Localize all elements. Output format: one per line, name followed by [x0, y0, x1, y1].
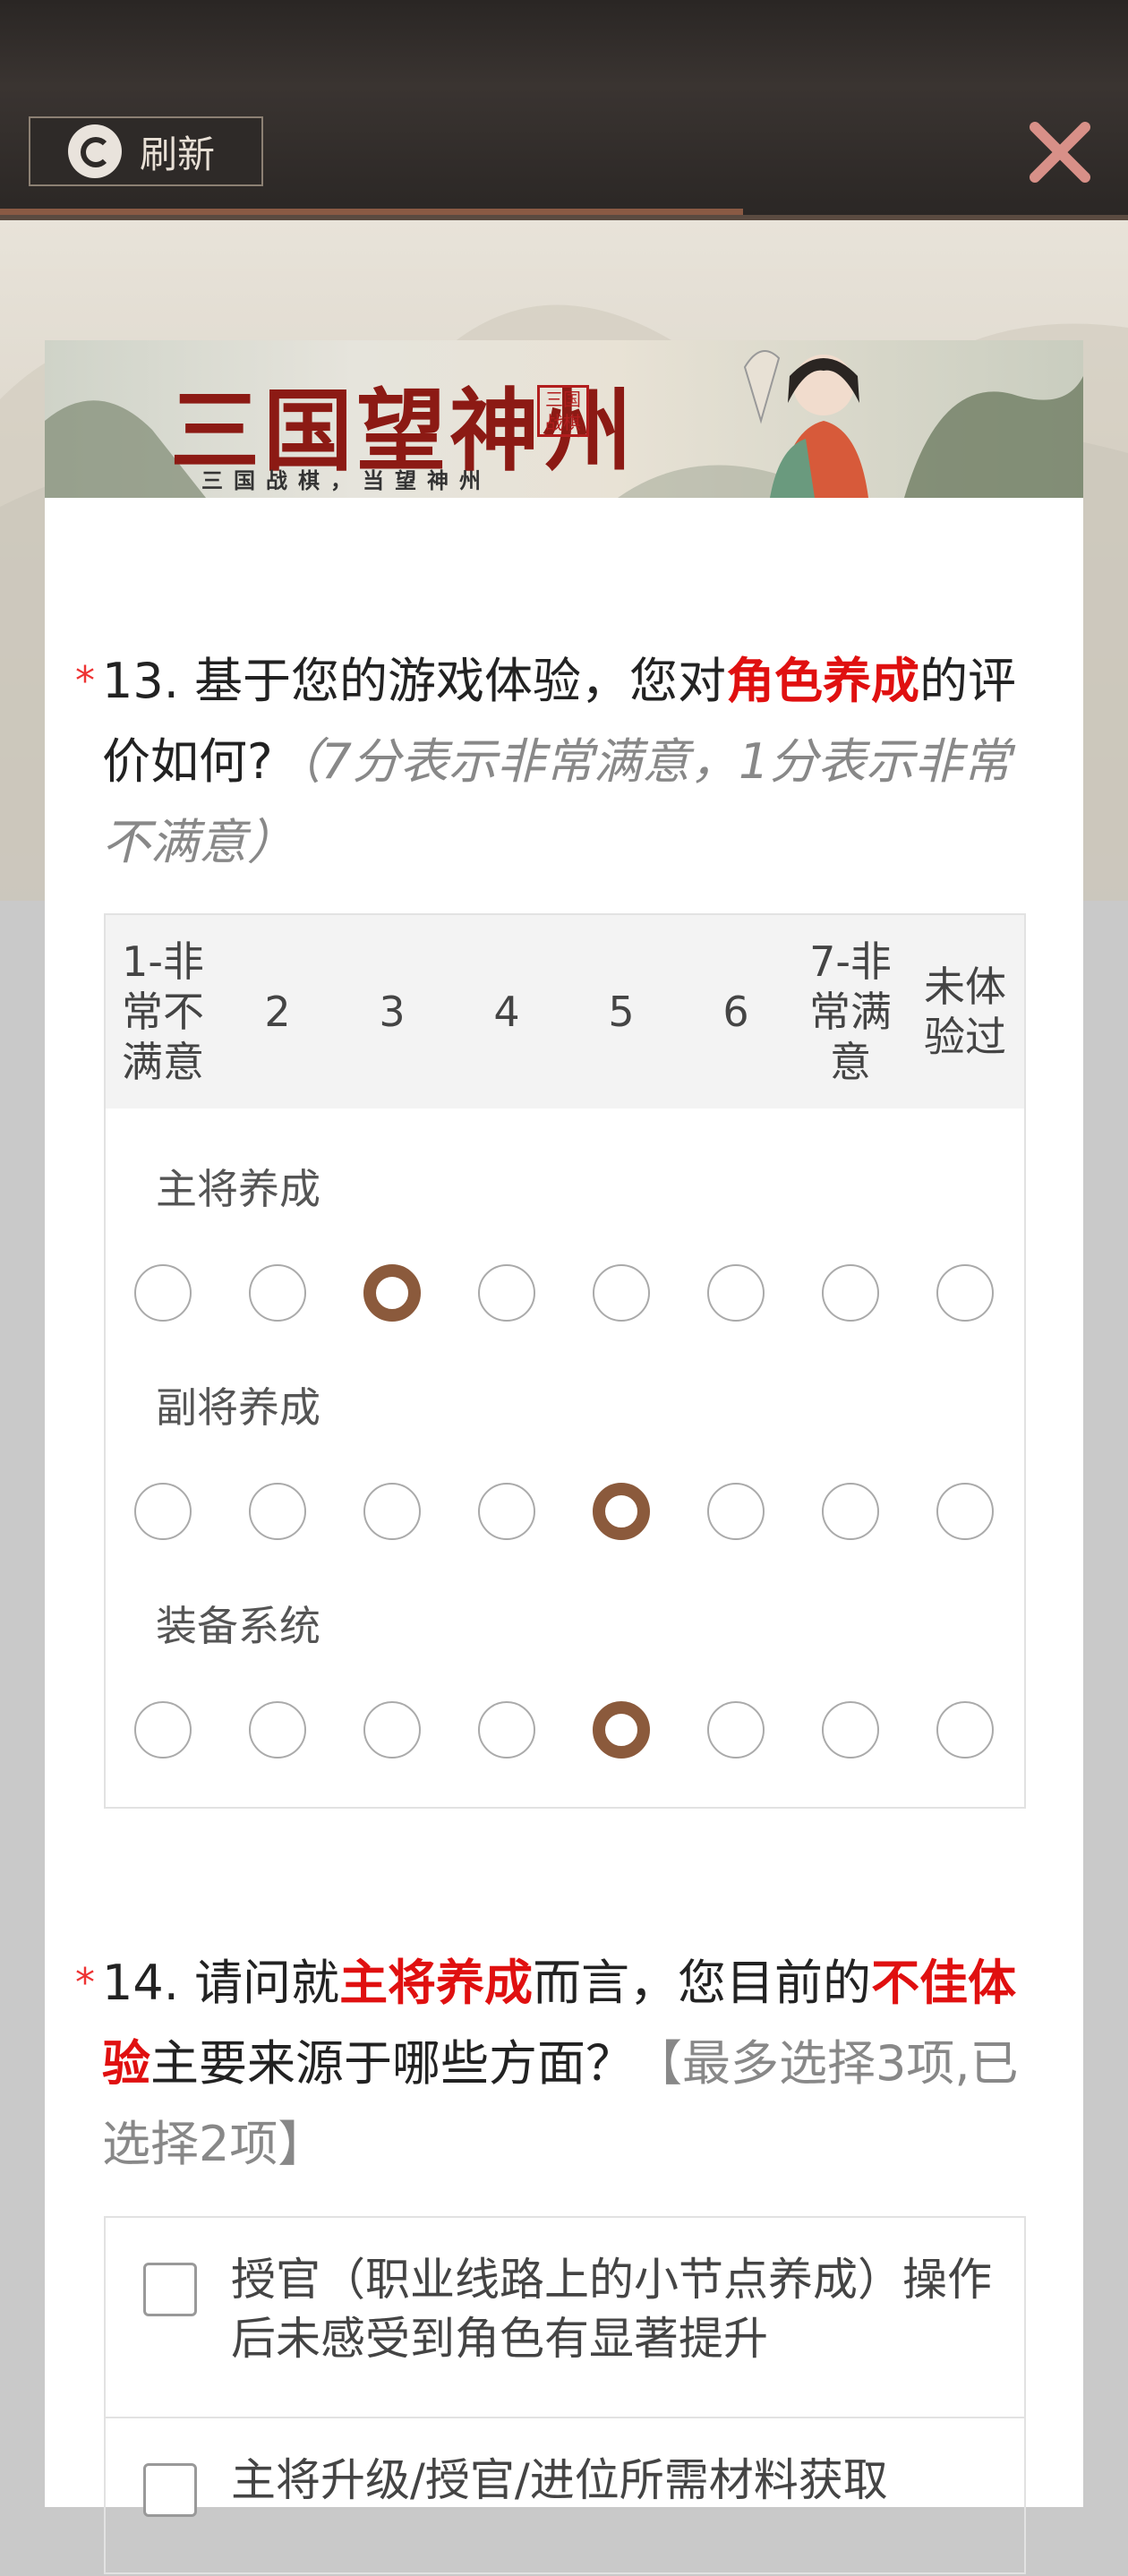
- rating-radio[interactable]: [936, 1264, 994, 1322]
- rating-radio[interactable]: [822, 1483, 879, 1540]
- rating-radio[interactable]: [707, 1483, 765, 1540]
- question-highlight: 主将养成: [339, 1955, 534, 2011]
- rating-radio[interactable]: [822, 1701, 879, 1759]
- option-item[interactable]: 授官（职业线路上的小节点养成）操作后未感受到角色有显著提升: [106, 2218, 1024, 2418]
- rating-radio[interactable]: [363, 1701, 421, 1759]
- rating-radio[interactable]: [249, 1701, 306, 1759]
- rating-radio[interactable]: [593, 1264, 650, 1322]
- question-text: 基于您的游戏体验，您对: [194, 653, 727, 709]
- rating-radio-selected[interactable]: [593, 1483, 650, 1540]
- rating-radio[interactable]: [134, 1701, 192, 1759]
- matrix-column-header: 未体验过: [924, 963, 1006, 1061]
- refresh-label: 刷新: [140, 132, 216, 176]
- matrix-row-label: 装备系统: [156, 1602, 320, 1650]
- rating-radio[interactable]: [249, 1483, 306, 1540]
- option-checkbox[interactable]: [143, 2463, 197, 2517]
- option-list: 授官（职业线路上的小节点养成）操作后未感受到角色有显著提升 主将升级/授官/进位…: [104, 2216, 1026, 2574]
- option-checkbox[interactable]: [143, 2263, 197, 2316]
- option-label: 授官（职业线路上的小节点养成）操作后未感受到角色有显著提升: [231, 2254, 992, 2365]
- close-icon[interactable]: [1024, 116, 1096, 188]
- matrix-column-header: 3: [379, 988, 406, 1036]
- matrix-column-header: 4: [493, 988, 520, 1036]
- question-highlight: 角色养成: [726, 653, 920, 709]
- rating-radio[interactable]: [936, 1483, 994, 1540]
- rating-radio[interactable]: [822, 1264, 879, 1322]
- rating-matrix: 1-非常不满意 2 3 4 5 6 7-非常满意 未体验过 主将养成 副将养成 …: [104, 913, 1026, 1809]
- refresh-icon: [68, 124, 122, 178]
- matrix-row-label: 副将养成: [156, 1383, 320, 1432]
- question-13-title: * 13. 基于您的游戏体验，您对角色养成的评价如何?（7分表示非常满意，1分表…: [75, 641, 1051, 883]
- matrix-column-header: 5: [608, 988, 635, 1036]
- rating-radio[interactable]: [363, 1483, 421, 1540]
- matrix-column-header: 1-非常不满意: [122, 937, 204, 1086]
- required-mark: *: [75, 1960, 95, 2006]
- matrix-column-header: 7-非常满意: [809, 937, 892, 1086]
- required-mark: *: [75, 658, 95, 704]
- matrix-column-header: 6: [722, 988, 749, 1036]
- rating-radio[interactable]: [478, 1483, 535, 1540]
- rating-radio[interactable]: [936, 1701, 994, 1759]
- survey-card: 三国望神州 三国战棋 三国战棋，当望神州 * 13. 基于您的游戏体验，您对角色…: [45, 340, 1083, 2574]
- option-label: 主将升级/授官/进位所需材料获取: [231, 2454, 888, 2506]
- game-logo-seal: 三国战棋: [537, 385, 589, 437]
- character-illustration: [743, 350, 868, 498]
- matrix-header: 1-非常不满意 2 3 4 5 6 7-非常满意 未体验过: [106, 915, 1024, 1108]
- question-text: 主要来源于哪些方面？: [150, 2035, 634, 2092]
- matrix-column-header: 2: [264, 988, 291, 1036]
- question-14-title: * 14. 请问就主将养成而言，您目前的不佳体验主要来源于哪些方面？【最多选择3…: [75, 1943, 1051, 2185]
- rating-radio[interactable]: [707, 1264, 765, 1322]
- rating-radio[interactable]: [478, 1264, 535, 1322]
- game-banner: 三国望神州 三国战棋 三国战棋，当望神州: [45, 340, 1083, 498]
- question-text: 而言，您目前的: [533, 1955, 872, 2011]
- rating-radio[interactable]: [134, 1483, 192, 1540]
- rating-radio[interactable]: [249, 1264, 306, 1322]
- refresh-button[interactable]: 刷新: [29, 116, 263, 186]
- question-text: 请问就: [194, 1955, 340, 2011]
- rating-radio[interactable]: [478, 1701, 535, 1759]
- rating-radio-selected[interactable]: [593, 1701, 650, 1759]
- question-number: 13.: [102, 653, 179, 709]
- matrix-row-label: 主将养成: [156, 1165, 320, 1213]
- rating-radio[interactable]: [134, 1264, 192, 1322]
- option-item[interactable]: 主将升级/授官/进位所需材料获取: [106, 2418, 1024, 2576]
- top-bar: 刷新: [0, 0, 1128, 220]
- rating-radio[interactable]: [707, 1701, 765, 1759]
- game-slogan: 三国战棋，当望神州: [201, 468, 491, 493]
- rating-radio-selected[interactable]: [363, 1264, 421, 1322]
- question-number: 14.: [102, 1955, 179, 2011]
